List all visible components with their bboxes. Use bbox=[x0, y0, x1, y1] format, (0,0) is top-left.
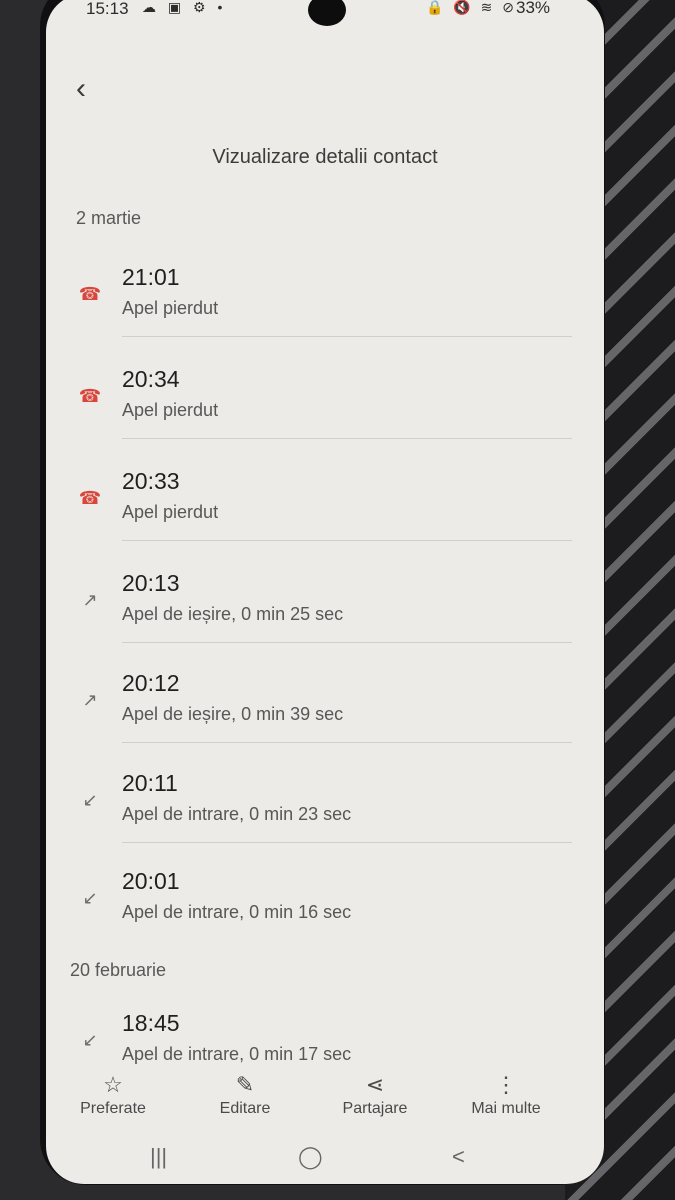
call-time: 21:01 bbox=[122, 264, 180, 290]
home-button[interactable]: ◯ bbox=[298, 1144, 323, 1170]
screen: 15:13 ☁ ▣ ⚙ • 🔒 🔇 ≋ ⊘ 33% ‹ Vizualizare … bbox=[46, 0, 604, 1184]
status-bar: 15:13 ☁ ▣ ⚙ • 🔒 🔇 ≋ ⊘ 33% bbox=[46, 0, 604, 28]
back-button[interactable]: ‹ bbox=[76, 72, 106, 106]
divider bbox=[122, 540, 572, 541]
missed-call-icon: ☎ bbox=[78, 284, 102, 304]
divider bbox=[122, 438, 572, 439]
divider bbox=[122, 642, 572, 643]
divider bbox=[122, 742, 572, 743]
call-description: Apel pierdut bbox=[122, 298, 219, 318]
star-icon: ☆ bbox=[103, 1072, 123, 1097]
more-button[interactable]: ⋮ Mai multe bbox=[451, 1070, 561, 1118]
call-log-item[interactable]: ☎ 21:01 Apel pierdut bbox=[70, 264, 580, 364]
call-description: Apel de intrare, 0 min 23 sec bbox=[122, 804, 352, 824]
edit-button[interactable]: ✎ Editare bbox=[190, 1070, 300, 1118]
action-label: Preferate bbox=[80, 1100, 146, 1117]
divider bbox=[122, 336, 572, 337]
status-right-icons: 🔒 🔇 ≋ ⊘ bbox=[426, 0, 517, 15]
call-log-item[interactable]: ↗ 20:13 Apel de ieșire, 0 min 25 sec bbox=[70, 570, 580, 670]
outgoing-call-icon: ↗ bbox=[82, 590, 98, 610]
pencil-icon: ✎ bbox=[235, 1072, 255, 1097]
status-time: 15:13 bbox=[86, 0, 129, 18]
call-time: 20:13 bbox=[122, 570, 180, 596]
more-vertical-icon: ⋮ bbox=[495, 1072, 517, 1097]
call-time: 20:01 bbox=[122, 868, 180, 894]
call-log-item[interactable]: ↙ 20:01 Apel de intrare, 0 min 16 sec bbox=[70, 868, 580, 968]
incoming-call-icon: ↙ bbox=[82, 1030, 98, 1050]
outgoing-call-icon: ↗ bbox=[82, 690, 98, 710]
bottom-action-bar: ☆ Preferate ✎ Editare ⋖ Partajare ⋮ Mai … bbox=[46, 1070, 604, 1140]
camera-cutout bbox=[308, 0, 346, 26]
battery-level: 33% bbox=[516, 0, 551, 17]
nav-back-button[interactable]: < bbox=[452, 1144, 465, 1170]
date-header: 2 martie bbox=[76, 208, 142, 228]
call-log-item[interactable]: ↙ 20:11 Apel de intrare, 0 min 23 sec bbox=[70, 770, 580, 870]
incoming-call-icon: ↙ bbox=[82, 790, 98, 810]
call-time: 20:33 bbox=[122, 468, 180, 494]
call-log-item[interactable]: ↗ 20:12 Apel de ieșire, 0 min 39 sec bbox=[70, 670, 580, 770]
call-description: Apel pierdut bbox=[122, 400, 219, 420]
favorites-button[interactable]: ☆ Preferate bbox=[58, 1070, 168, 1118]
call-time: 20:12 bbox=[122, 670, 180, 696]
date-header: 20 februarie bbox=[70, 960, 167, 980]
navigation-bar: ||| ◯ < bbox=[46, 1144, 604, 1184]
call-time: 20:11 bbox=[122, 770, 178, 796]
action-label: Mai multe bbox=[471, 1100, 541, 1117]
action-label: Partajare bbox=[342, 1100, 408, 1117]
call-description: Apel de ieșire, 0 min 39 sec bbox=[122, 704, 344, 724]
status-left-icons: ☁ ▣ ⚙ • bbox=[142, 0, 227, 15]
missed-call-icon: ☎ bbox=[78, 488, 102, 508]
call-log-item[interactable]: ☎ 20:34 Apel pierdut bbox=[70, 366, 580, 466]
call-time: 18:45 bbox=[122, 1010, 180, 1036]
call-time: 20:34 bbox=[122, 366, 180, 392]
share-icon: ⋖ bbox=[365, 1072, 385, 1097]
share-button[interactable]: ⋖ Partajare bbox=[320, 1070, 430, 1118]
call-description: Apel de intrare, 0 min 16 sec bbox=[122, 902, 352, 922]
recents-button[interactable]: ||| bbox=[150, 1144, 167, 1170]
call-description: Apel de intrare, 0 min 17 sec bbox=[122, 1044, 352, 1064]
call-description: Apel pierdut bbox=[122, 502, 219, 522]
call-log-item[interactable]: ☎ 20:33 Apel pierdut bbox=[70, 468, 580, 568]
chevron-left-icon: ‹ bbox=[76, 72, 86, 105]
page-title: Vizualizare detalii contact bbox=[212, 146, 438, 168]
missed-call-icon: ☎ bbox=[78, 386, 102, 406]
call-description: Apel de ieșire, 0 min 25 sec bbox=[122, 604, 344, 624]
divider bbox=[122, 842, 572, 843]
incoming-call-icon: ↙ bbox=[82, 888, 98, 908]
action-label: Editare bbox=[219, 1100, 271, 1117]
